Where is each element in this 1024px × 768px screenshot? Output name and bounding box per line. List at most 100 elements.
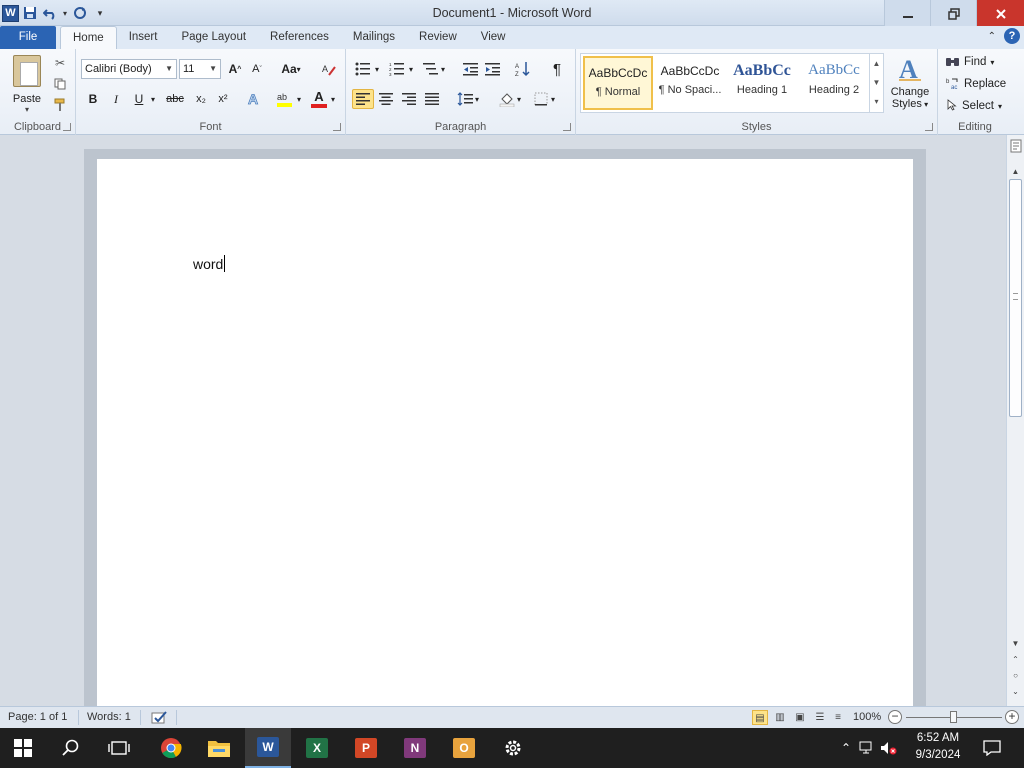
help-icon[interactable]: ?	[1004, 28, 1020, 44]
chrome-icon[interactable]	[148, 728, 194, 768]
style-heading-2[interactable]: AaBbCc Heading 2	[799, 56, 869, 110]
align-center-button[interactable]	[375, 89, 397, 109]
previous-page-icon[interactable]: ⌃	[1009, 655, 1022, 667]
sort-icon[interactable]: AZ	[512, 59, 534, 79]
multilevel-dropdown-icon[interactable]: ▾	[438, 59, 448, 79]
minimize-ribbon-icon[interactable]: ⌃	[988, 31, 996, 42]
task-view-icon[interactable]	[96, 728, 142, 768]
volume-muted-icon[interactable]	[878, 741, 900, 755]
paste-dropdown-icon[interactable]: ▾	[6, 105, 48, 114]
shrink-font-button[interactable]: Aˇ	[246, 59, 268, 79]
font-family-dropdown-icon[interactable]: ▼	[165, 60, 173, 78]
taskbar-clock[interactable]: 6:52 AM 9/3/2024	[906, 730, 970, 764]
bold-button[interactable]: B	[82, 89, 104, 109]
bullets-dropdown-icon[interactable]: ▾	[372, 59, 382, 79]
numbering-dropdown-icon[interactable]: ▾	[406, 59, 416, 79]
tab-file[interactable]: File	[0, 26, 56, 49]
cut-icon[interactable]: ✂	[52, 55, 68, 71]
line-spacing-dropdown-icon[interactable]: ▾	[472, 89, 482, 109]
notifications-icon[interactable]	[972, 728, 1012, 768]
scroll-thumb[interactable]	[1009, 179, 1022, 417]
increase-indent-icon[interactable]	[482, 59, 504, 79]
font-size-combo[interactable]: 11 ▼	[179, 59, 221, 79]
italic-button[interactable]: I	[105, 89, 127, 109]
find-button[interactable]: Find ▾	[946, 53, 994, 71]
underline-button[interactable]: U	[128, 89, 150, 109]
justify-button[interactable]	[421, 89, 443, 109]
show-formatting-marks-button[interactable]: ¶	[546, 59, 568, 79]
full-screen-reading-icon[interactable]: ▥	[772, 710, 788, 725]
outline-view-icon[interactable]: ☰	[812, 710, 828, 725]
select-button[interactable]: Select ▾	[946, 97, 1002, 115]
vertical-scrollbar[interactable]: ▲ ▼ ⌃ ○ ⌄	[1006, 135, 1024, 706]
zoom-out-button[interactable]: −	[888, 710, 902, 724]
web-layout-icon[interactable]: ▣	[792, 710, 808, 725]
gallery-down-icon[interactable]: ▼	[870, 73, 883, 92]
browse-object-icon[interactable]: ○	[1009, 671, 1022, 683]
highlight-dropdown-icon[interactable]: ▾	[294, 89, 304, 109]
tab-mailings[interactable]: Mailings	[341, 26, 407, 49]
font-color-dropdown-icon[interactable]: ▾	[328, 89, 338, 109]
tab-home[interactable]: Home	[60, 26, 117, 49]
next-page-icon[interactable]: ⌄	[1009, 687, 1022, 699]
font-color-button[interactable]: A	[308, 89, 330, 109]
scroll-up-icon[interactable]: ▲	[1009, 167, 1022, 179]
decrease-indent-icon[interactable]	[460, 59, 482, 79]
styles-launcher-icon[interactable]	[925, 123, 933, 131]
superscript-button[interactable]: x²	[212, 89, 234, 109]
underline-dropdown-icon[interactable]: ▾	[148, 89, 158, 109]
document-text-line[interactable]: word	[193, 255, 226, 272]
style-no-spacing[interactable]: AaBbCcDc ¶ No Spaci...	[655, 56, 725, 110]
highlight-icon[interactable]: ab	[274, 89, 296, 109]
strikethrough-button[interactable]: abc	[162, 89, 188, 109]
font-family-combo[interactable]: Calibri (Body) ▼	[81, 59, 177, 79]
grow-font-button[interactable]: A ^	[224, 59, 246, 79]
show-hidden-icons-chevron-icon[interactable]: ⌃	[836, 741, 856, 755]
settings-gear-icon[interactable]	[490, 728, 536, 768]
taskbar-powerpoint[interactable]: P	[343, 728, 389, 768]
text-effects-icon[interactable]: A	[244, 89, 266, 109]
format-painter-icon[interactable]	[52, 97, 68, 113]
tab-review[interactable]: Review	[407, 26, 469, 49]
draft-view-icon[interactable]: ≡	[830, 710, 846, 725]
align-left-button[interactable]	[352, 89, 374, 109]
gallery-more-icon[interactable]: ▾	[870, 92, 883, 111]
restore-button[interactable]	[930, 0, 976, 28]
ruler-toggle-icon[interactable]	[1009, 139, 1022, 153]
scroll-down-icon[interactable]: ▼	[1009, 639, 1022, 651]
taskbar-excel[interactable]: X	[294, 728, 340, 768]
bullets-icon[interactable]	[352, 59, 374, 79]
tab-page-layout[interactable]: Page Layout	[169, 26, 258, 49]
clipboard-launcher-icon[interactable]	[63, 123, 71, 131]
gallery-up-icon[interactable]: ▲	[870, 54, 883, 73]
subscript-button[interactable]: x₂	[190, 89, 212, 109]
paste-button[interactable]: Paste ▾	[6, 53, 48, 114]
change-case-button[interactable]: Aa ▾	[276, 59, 306, 79]
copy-icon[interactable]	[52, 76, 68, 92]
search-icon[interactable]	[48, 728, 94, 768]
taskbar-outlook[interactable]: O	[441, 728, 487, 768]
find-dropdown-icon[interactable]: ▾	[990, 58, 994, 67]
word-count[interactable]: Words: 1	[87, 707, 131, 728]
taskbar-onenote[interactable]: N	[392, 728, 438, 768]
font-launcher-icon[interactable]	[333, 123, 341, 131]
shading-dropdown-icon[interactable]: ▾	[514, 89, 524, 109]
change-styles-button[interactable]: A Change Styles ▾	[886, 53, 934, 119]
document-page[interactable]: word	[97, 159, 913, 706]
select-dropdown-icon[interactable]: ▾	[998, 102, 1002, 111]
tab-references[interactable]: References	[258, 26, 341, 49]
align-right-button[interactable]	[398, 89, 420, 109]
tab-insert[interactable]: Insert	[117, 26, 170, 49]
close-button[interactable]	[976, 0, 1024, 28]
file-explorer-icon[interactable]	[196, 728, 242, 768]
style-normal[interactable]: AaBbCcDc ¶ Normal	[583, 56, 653, 110]
zoom-in-button[interactable]: +	[1005, 710, 1019, 724]
clear-formatting-icon[interactable]: A	[318, 59, 340, 79]
paragraph-launcher-icon[interactable]	[563, 123, 571, 131]
zoom-level[interactable]: 100%	[853, 707, 881, 728]
style-heading-1[interactable]: AaBbCc Heading 1	[727, 56, 797, 110]
borders-dropdown-icon[interactable]: ▾	[548, 89, 558, 109]
minimize-button[interactable]	[884, 0, 930, 28]
print-layout-view-icon[interactable]: ▤	[752, 710, 768, 725]
page-count[interactable]: Page: 1 of 1	[8, 707, 67, 728]
